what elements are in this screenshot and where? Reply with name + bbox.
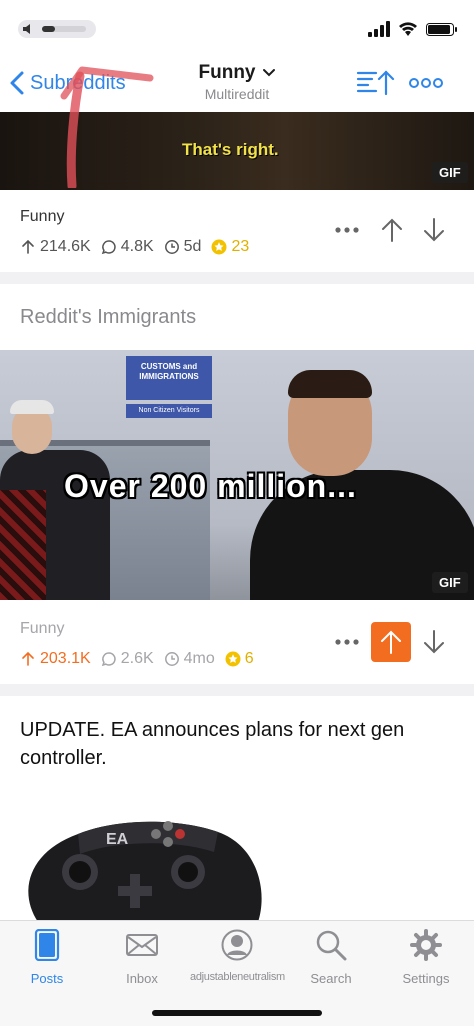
- battery-icon: [426, 23, 457, 36]
- gif-badge: GIF: [432, 162, 468, 183]
- award-count: 23: [211, 238, 249, 256]
- man-hair: [288, 370, 372, 398]
- arrow-down-icon: [424, 630, 444, 654]
- comment-icon: [101, 240, 116, 255]
- officer-hat: [10, 400, 54, 414]
- tab-profile[interactable]: adjustableneutralism: [190, 929, 285, 991]
- gif-badge: GIF: [432, 572, 468, 593]
- comment-count: 4.8K: [101, 238, 154, 256]
- post-options-icon[interactable]: [334, 224, 360, 236]
- post-stats: 203.1K 2.6K 4mo 6: [20, 650, 264, 668]
- status-bar: [0, 0, 474, 58]
- tab-posts[interactable]: Posts: [0, 929, 94, 991]
- tab-label: adjustableneutralism: [190, 971, 285, 983]
- clock-icon: [164, 652, 179, 666]
- inbox-icon: [126, 934, 158, 956]
- downvote-button[interactable]: [414, 622, 454, 662]
- volume-bar: [42, 26, 86, 32]
- post-separator: [0, 272, 474, 284]
- post-stats: 214.6K 4.8K 5d 23: [20, 238, 259, 256]
- award-count-text: 6: [244, 650, 254, 667]
- media-caption: Over 200 million...: [64, 468, 357, 504]
- tab-label: Inbox: [126, 971, 158, 986]
- title-dropdown[interactable]: Funny Multireddit: [160, 62, 314, 102]
- tab-label: Settings: [402, 971, 450, 986]
- sort-icon[interactable]: [356, 68, 396, 98]
- post-title[interactable]: UPDATE. EA announces plans for next gen …: [20, 716, 460, 772]
- post-meta[interactable]: Funny 203.1K 2.6K 4mo 6: [0, 600, 474, 684]
- post-media-controller[interactable]: EA: [18, 812, 268, 922]
- post-age: 5d: [164, 238, 202, 256]
- comment-count-text: 4.8K: [120, 238, 154, 255]
- upvote-count: 203.1K: [20, 650, 91, 668]
- subreddit-label: Funny: [20, 208, 65, 225]
- profile-icon: [221, 929, 253, 961]
- post-media[interactable]: That's right. GIF: [0, 112, 474, 190]
- home-indicator: [152, 1010, 322, 1016]
- status-icons: [368, 20, 458, 38]
- arrow-up-icon: [22, 651, 34, 666]
- more-options-icon[interactable]: [408, 72, 444, 94]
- arrow-up-icon: [22, 239, 34, 254]
- tab-search[interactable]: Search: [284, 929, 378, 991]
- clock-icon: [164, 240, 179, 254]
- tab-inbox[interactable]: Inbox: [95, 929, 189, 991]
- post-age-text: 4mo: [183, 650, 215, 667]
- back-label: Subreddits: [30, 71, 126, 94]
- navigation-bar: Subreddits Funny Multireddit: [0, 58, 474, 112]
- post-media[interactable]: CUSTOMS and IMMIGRATIONS Non Citizen Vis…: [0, 350, 474, 600]
- page-title-text: Funny: [198, 62, 256, 83]
- settings-icon: [410, 929, 442, 961]
- upvote-button[interactable]: [372, 210, 412, 250]
- downvote-button[interactable]: [414, 210, 454, 250]
- upvote-count-text: 214.6K: [40, 238, 91, 255]
- post-age-text: 5d: [183, 238, 202, 255]
- tab-label: Posts: [30, 971, 64, 986]
- search-icon: [316, 930, 347, 961]
- volume-indicator: [18, 20, 96, 38]
- award-star-icon: [211, 239, 227, 255]
- page-title: Funny: [199, 62, 276, 84]
- upvote-button-active[interactable]: [371, 622, 411, 662]
- media-caption: That's right.: [182, 140, 279, 159]
- post-separator: [0, 684, 474, 696]
- controller-logo: EA: [106, 831, 129, 848]
- upvote-count: 214.6K: [20, 238, 91, 256]
- posts-icon: [34, 929, 60, 961]
- visitors-sign: Non Citizen Visitors: [126, 404, 212, 418]
- post-age: 4mo: [164, 650, 215, 668]
- wifi-icon: [399, 22, 417, 36]
- volume-fill: [42, 26, 56, 32]
- tab-settings[interactable]: Settings: [379, 929, 473, 991]
- tab-label: Search: [310, 971, 352, 986]
- comment-count: 2.6K: [101, 650, 154, 668]
- arrow-up-icon: [382, 218, 402, 242]
- arrow-down-icon: [424, 218, 444, 242]
- award-star-icon: [225, 651, 241, 667]
- chevron-left-icon: [10, 71, 24, 95]
- subreddit-label: Funny: [20, 620, 65, 637]
- arrow-up-icon: [381, 630, 401, 654]
- post-options-icon[interactable]: [334, 636, 360, 648]
- comment-icon: [101, 652, 116, 667]
- comment-count-text: 2.6K: [120, 650, 154, 667]
- post-meta[interactable]: Funny 214.6K 4.8K 5d 23: [0, 190, 474, 272]
- award-count: 6: [225, 650, 254, 668]
- traveler-figure: [0, 490, 46, 600]
- back-button[interactable]: Subreddits: [8, 68, 126, 98]
- cellular-signal-icon: [368, 21, 390, 37]
- upvote-count-text: 203.1K: [40, 650, 91, 667]
- customs-sign: CUSTOMS and IMMIGRATIONS: [126, 356, 212, 400]
- speaker-icon: [23, 24, 30, 34]
- page-subtitle: Multireddit: [204, 86, 270, 102]
- post-title[interactable]: Reddit's Immigrants: [20, 306, 460, 329]
- award-count-text: 23: [231, 238, 250, 255]
- chevron-down-icon: [262, 69, 275, 77]
